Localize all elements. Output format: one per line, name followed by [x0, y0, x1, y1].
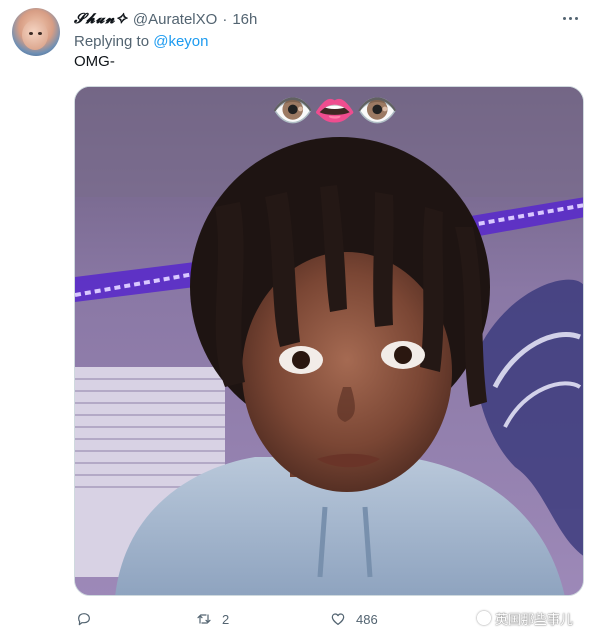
retweet-icon	[197, 614, 211, 624]
more-dot-1	[562, 16, 566, 20]
avatar-face	[22, 20, 48, 50]
avatar-eye-left	[29, 32, 33, 35]
tweet-text: OMG-	[74, 53, 115, 70]
watermark: 英国那些事儿	[477, 606, 573, 630]
avatar[interactable]	[12, 8, 60, 56]
replying-to: Replying to @keyon	[74, 33, 208, 50]
tweet[interactable]: 𝓢𝓱𝓾𝓷✧ @AuratelXO · 16h Replying to @keyo…	[0, 0, 589, 637]
separator-dot: ·	[222, 10, 228, 28]
replying-prefix: Replying to	[74, 33, 150, 50]
tweet-media-image[interactable]: 👁️👄👁️	[74, 86, 584, 596]
like-count: 486	[356, 611, 378, 627]
filter-emoji: 👁️👄👁️	[271, 92, 399, 130]
media-photo	[75, 87, 583, 595]
reply-button[interactable]	[76, 608, 92, 630]
user-handle[interactable]: @AuratelXO	[133, 11, 217, 28]
reply-icon	[78, 613, 90, 626]
display-name[interactable]: 𝓢𝓱𝓾𝓷✧	[74, 11, 128, 27]
watermark-text: 英国那些事儿	[495, 611, 574, 627]
like-button[interactable]: 486	[330, 608, 378, 630]
wechat-icon	[477, 611, 491, 625]
more-dot-2	[568, 16, 572, 20]
tweet-actions: 2 486	[74, 608, 514, 630]
tweet-header: 𝓢𝓱𝓾𝓷✧ @AuratelXO · 16h	[74, 9, 257, 29]
retweet-button[interactable]: 2	[196, 608, 229, 630]
avatar-eye-right	[38, 32, 42, 35]
replying-mention-link[interactable]: @keyon	[153, 33, 208, 50]
more-options-icon[interactable]	[558, 10, 582, 26]
heart-icon	[331, 613, 345, 625]
tweet-timestamp[interactable]: 16h	[232, 11, 257, 28]
more-dot-3	[574, 16, 578, 20]
retweet-count: 2	[222, 611, 230, 627]
